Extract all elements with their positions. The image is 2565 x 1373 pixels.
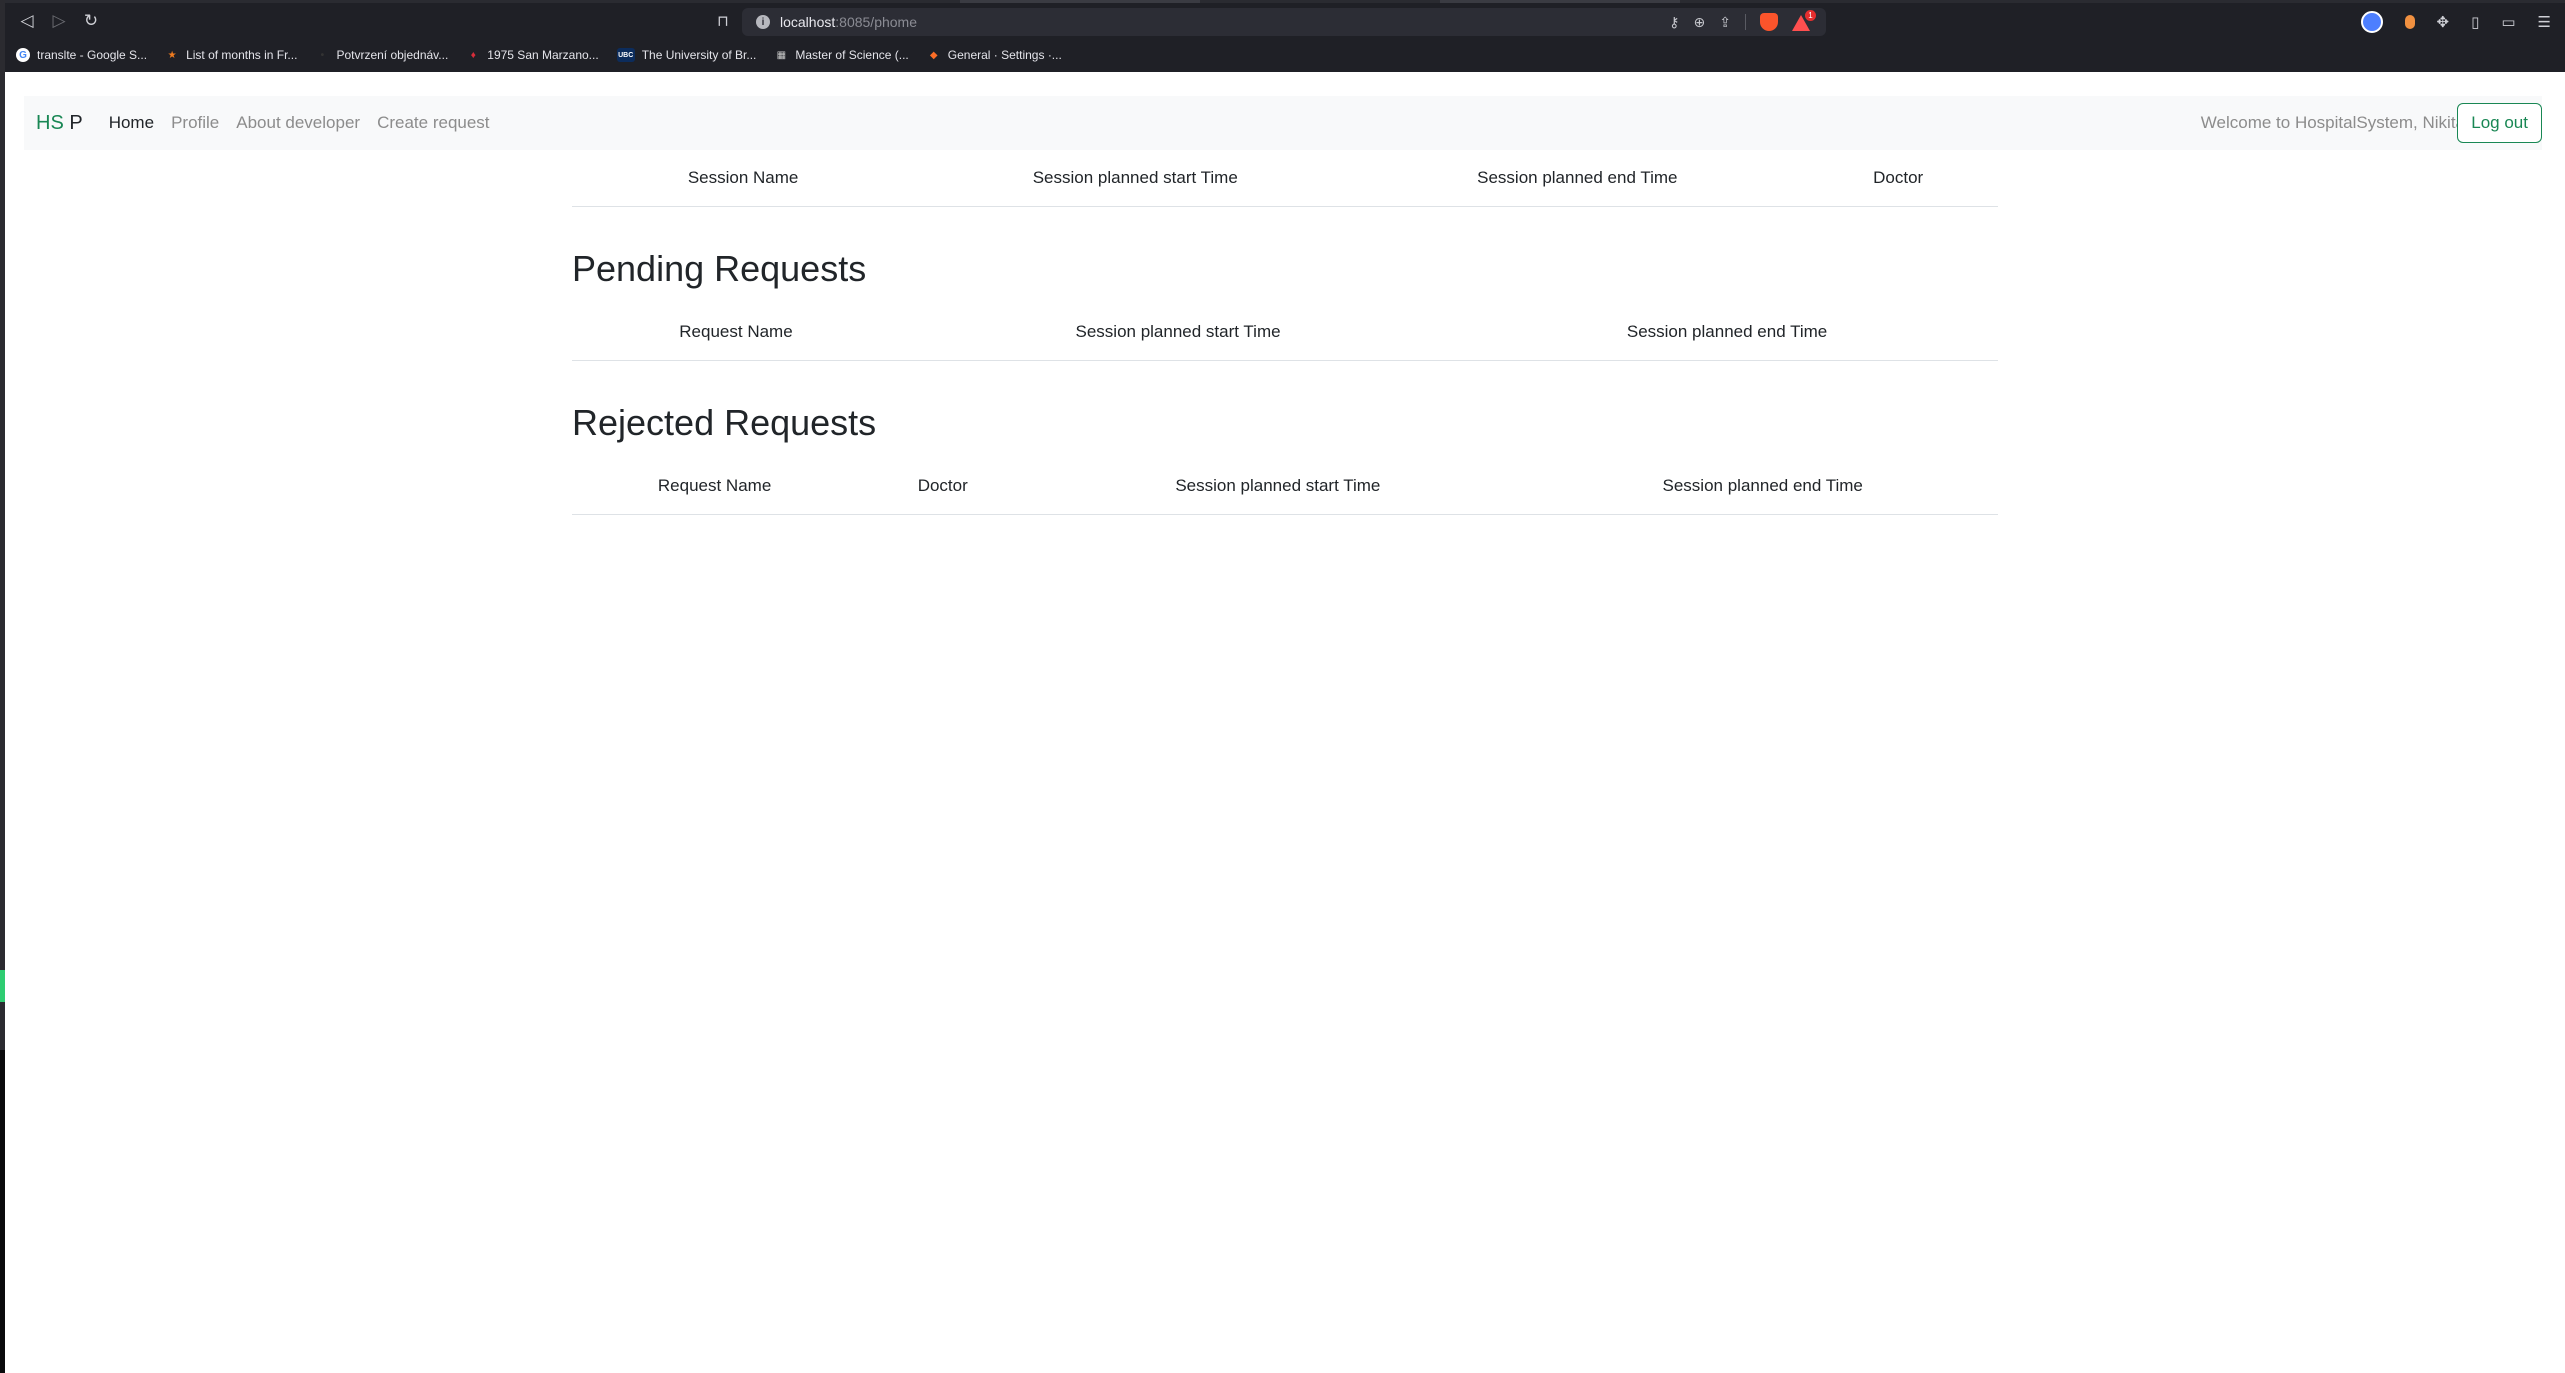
share-icon[interactable]: ⇪ (1719, 14, 1731, 31)
star-icon: ★ (167, 49, 177, 61)
site-info-icon[interactable]: i (756, 15, 770, 29)
col-rejected-start: Session planned start Time (1028, 458, 1528, 515)
bookmark-item[interactable]: ▦ Master of Science (... (774, 48, 909, 62)
brave-rewards-icon[interactable]: 1 (1792, 10, 1816, 31)
col-session-name: Session Name (572, 150, 915, 207)
wallet-icon[interactable]: ▭ (2501, 13, 2515, 31)
bookmark-item[interactable]: ◆ General · Settings ·... (927, 48, 1062, 62)
col-request-name: Request Name (572, 304, 900, 361)
bookmark-item[interactable]: ♦ 1975 San Marzano... (466, 48, 599, 62)
bookmark-page-icon[interactable]: ⊓ (708, 6, 738, 36)
nav-about-developer[interactable]: About developer (236, 113, 360, 133)
col-request-start: Session planned start Time (899, 304, 1457, 361)
brand[interactable]: HS P (36, 112, 83, 135)
pending-header-row: Request Name Session planned start Time … (572, 304, 1998, 361)
rejected-requests-title: Rejected Requests (572, 402, 877, 443)
brand-suffix: P (63, 111, 83, 134)
bookmark-label: 1975 San Marzano... (487, 48, 599, 62)
back-icon[interactable]: ◁ (12, 6, 42, 36)
bookmark-label: Potvrzení objednáv... (336, 48, 449, 62)
reload-icon[interactable]: ↻ (76, 6, 106, 36)
google-icon: G (16, 48, 30, 62)
bookmark-label: Master of Science (... (795, 48, 909, 62)
key-icon[interactable]: ⚷ (1669, 14, 1679, 31)
menu-icon[interactable]: ☰ (2538, 13, 2551, 31)
nav-create-request[interactable]: Create request (377, 113, 489, 133)
pending-requests-table: Request Name Session planned start Time … (572, 304, 1998, 361)
sidebar-icon[interactable]: ▯ (2471, 13, 2479, 31)
col-rejected-request-name: Request Name (572, 458, 858, 515)
sessions-table: Session Name Session planned start Time … (572, 150, 1998, 207)
profile-avatar-icon[interactable] (2360, 11, 2383, 33)
url-host: localhost (780, 14, 836, 30)
rewards-badge: 1 (1805, 10, 1816, 21)
bookmark-item[interactable]: Gtranslte - Google S... (16, 48, 147, 62)
col-session-end: Session planned end Time (1356, 150, 1799, 207)
main-content: Session Name Session planned start Time … (572, 150, 1998, 515)
red-drop-icon: ♦ (470, 49, 476, 61)
forward-icon[interactable]: ▷ (44, 6, 74, 36)
gitlab-icon: ◆ (929, 49, 938, 61)
col-rejected-doctor: Doctor (857, 458, 1029, 515)
puzzle-icon[interactable]: ✥ (2437, 13, 2450, 31)
welcome-text: Welcome to HospitalSystem, Nikita (2200, 113, 2465, 132)
rejected-header-row: Request Name Doctor Session planned star… (572, 458, 1998, 515)
sessions-header-row: Session Name Session planned start Time … (572, 150, 1998, 207)
brand-prefix: HS (36, 111, 64, 134)
extensions-area: ✥ ▯ ▭ ☰ (2360, 8, 2551, 36)
bookmark-label: translte - Google S... (37, 48, 148, 62)
bookmark-item[interactable]: • Potvrzení objednáv... (315, 48, 449, 62)
bookmark-item[interactable]: UBC The University of Br... (616, 48, 757, 62)
ubc-icon: UBC (616, 48, 635, 62)
zoom-icon[interactable]: ⊕ (1694, 14, 1706, 31)
logout-button[interactable]: Log out (2457, 103, 2542, 143)
bookmark-label: General · Settings ·... (947, 48, 1062, 62)
col-rejected-end: Session planned end Time (1527, 458, 1998, 515)
address-bar-actions: ⚷ ⊕ ⇪ 1 (1669, 8, 1826, 36)
bookmark-label: The University of Br... (641, 48, 757, 62)
browser-chrome: ◁ ▷ ↻ ⊓ i localhost:8085/phome ⚷ ⊕ ⇪ 1 ✥ (0, 0, 2565, 72)
window-edge (0, 0, 5, 1373)
col-request-end: Session planned end Time (1456, 304, 1998, 361)
window-edge-marker (0, 970, 5, 1002)
building-icon: ▦ (776, 49, 787, 61)
bookmark-label: List of months in Fr... (186, 48, 298, 62)
col-doctor: Doctor (1798, 150, 1998, 207)
tab-strip (0, 0, 2565, 3)
browser-toolbar: ◁ ▷ ↻ ⊓ i localhost:8085/phome ⚷ ⊕ ⇪ 1 ✥ (0, 4, 2565, 38)
pending-requests-title: Pending Requests (572, 248, 867, 289)
brave-shields-icon[interactable] (1760, 13, 1778, 31)
bookmark-item[interactable]: ★ List of months in Fr... (165, 48, 298, 62)
rejected-requests-table: Request Name Doctor Session planned star… (572, 458, 1998, 515)
address-bar[interactable]: i localhost:8085/phome ⚷ ⊕ ⇪ 1 (742, 8, 1826, 36)
bookmarks-bar: Gtranslte - Google S... ★ List of months i… (0, 42, 2565, 68)
nav-home[interactable]: Home (109, 113, 154, 133)
extension-icon[interactable] (2404, 15, 2415, 29)
url-path: :8085/phome (835, 14, 917, 30)
separator (1745, 14, 1746, 30)
window-edge-lower (0, 1050, 5, 1373)
nav-profile[interactable]: Profile (171, 113, 219, 133)
col-session-start: Session planned start Time (914, 150, 1357, 207)
navbar: HS P Home Profile About developer Create… (24, 96, 2542, 150)
bookmark-dot-icon: • (320, 49, 325, 61)
